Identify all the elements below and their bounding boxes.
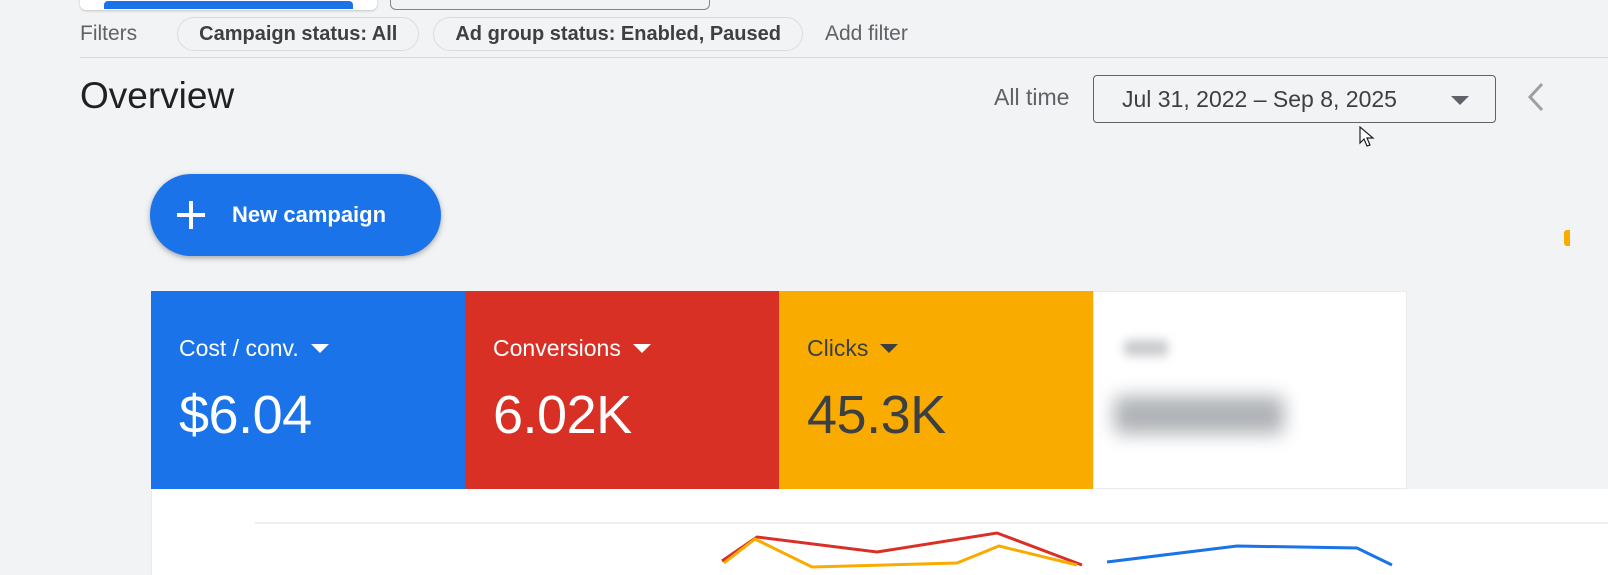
dropdown-caret-icon [880, 344, 899, 353]
page-title: Overview [80, 75, 235, 116]
metric-label: Conversions [493, 335, 621, 361]
filters-divider [80, 57, 1608, 58]
metric-label: Clicks [807, 335, 869, 361]
dropdown-caret-icon [632, 344, 651, 353]
new-campaign-label: New campaign [232, 202, 387, 227]
date-range-label: All time [994, 84, 1070, 110]
chart-canvas [255, 522, 1608, 569]
blurred-label [1124, 340, 1168, 356]
edge-indicator [1564, 230, 1570, 246]
metric-value: 6.02K [493, 385, 632, 445]
metric-value: $6.04 [179, 385, 312, 445]
top-tab-active[interactable] [80, 0, 377, 10]
blurred-value [1114, 396, 1284, 434]
add-filter-link[interactable]: Add filter [825, 22, 908, 46]
metric-cards: Cost / conv. $6.04 Conversions 6.02K Cli… [151, 291, 1407, 489]
performance-chart [151, 489, 1608, 575]
filter-chip-ad-group-status[interactable]: Ad group status: Enabled, Paused [433, 17, 803, 51]
metric-card-cost-per-conv[interactable]: Cost / conv. $6.04 [151, 291, 465, 489]
metric-card-blurred[interactable] [1093, 291, 1407, 489]
metric-selector[interactable]: Conversions [493, 335, 779, 362]
filters-bar: Filters Campaign status: All Ad group st… [80, 16, 908, 52]
new-campaign-button[interactable]: New campaign [150, 174, 441, 256]
date-range-value: Jul 31, 2022 – Sep 8, 2025 [1122, 85, 1397, 112]
filters-label: Filters [80, 22, 138, 45]
dropdown-caret-icon [1451, 96, 1469, 105]
filter-chip-campaign-status[interactable]: Campaign status: All [177, 17, 420, 51]
mouse-cursor-icon [1359, 126, 1375, 147]
metric-selector[interactable]: Cost / conv. [179, 335, 465, 362]
metric-value: 45.3K [807, 385, 946, 445]
metric-label: Cost / conv. [179, 335, 299, 361]
metric-card-conversions[interactable]: Conversions 6.02K [465, 291, 779, 489]
dropdown-caret-icon [310, 344, 329, 353]
chevron-left-icon[interactable] [1524, 80, 1550, 114]
top-tab-active-indicator [104, 1, 353, 9]
metric-card-clicks[interactable]: Clicks 45.3K [779, 291, 1093, 489]
plus-icon [177, 201, 205, 229]
chart-series-cost-per-conv [1106, 544, 1393, 567]
top-tab-outlined[interactable] [390, 0, 710, 10]
date-range-select[interactable]: Jul 31, 2022 – Sep 8, 2025 [1093, 75, 1496, 123]
metric-selector[interactable]: Clicks [807, 335, 1093, 362]
